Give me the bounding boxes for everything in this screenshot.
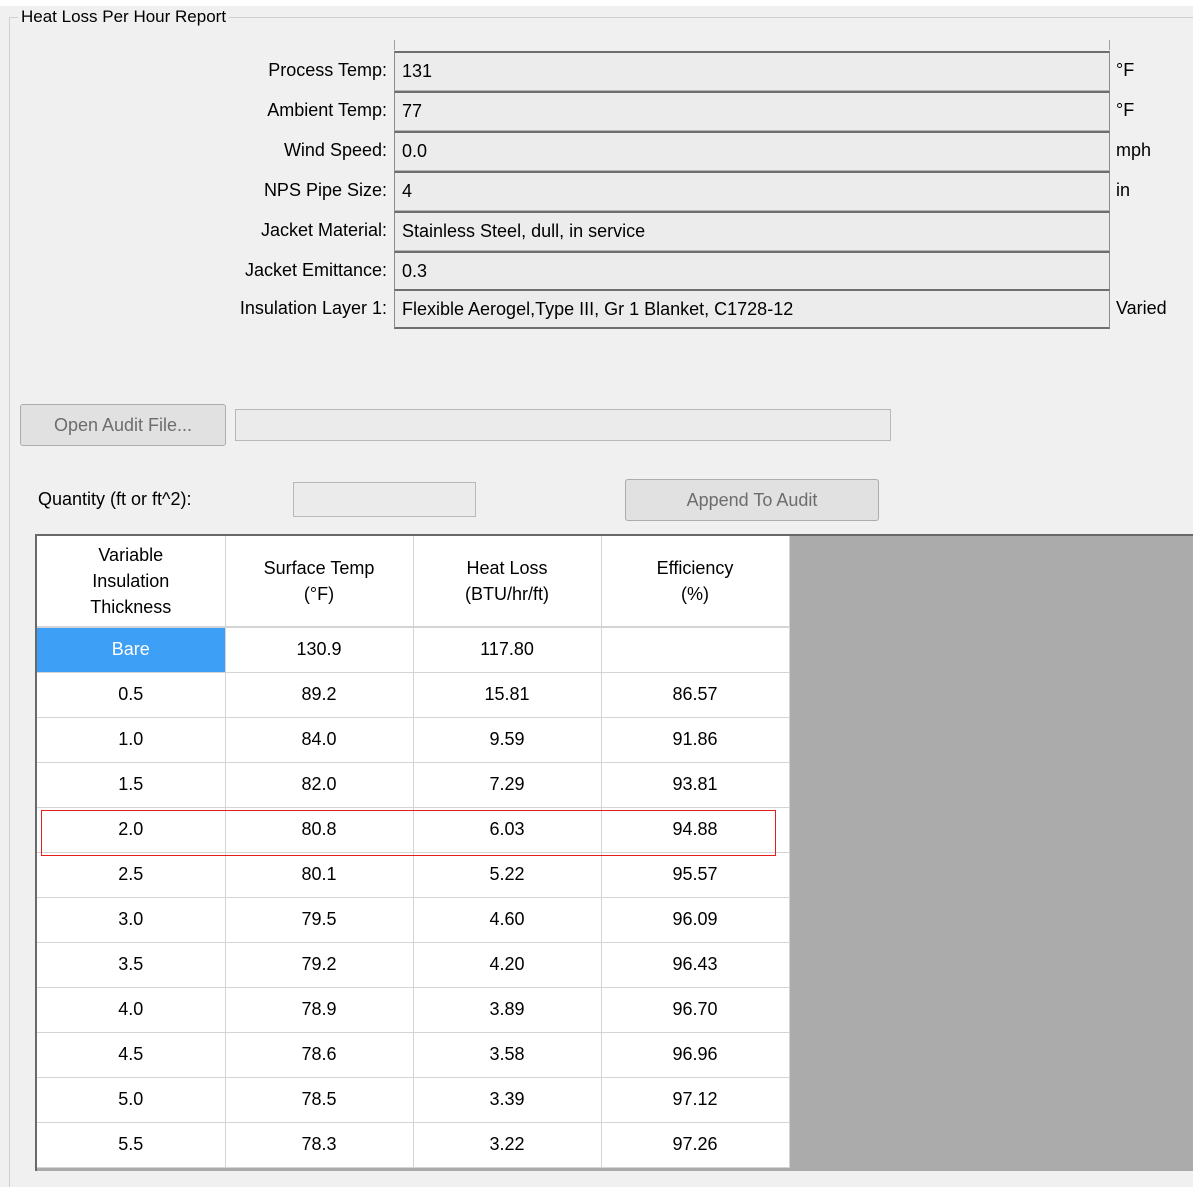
surface-temp-cell[interactable]: 80.1	[225, 852, 414, 898]
table-row[interactable]: 4.0 78.9 3.89 96.70	[37, 987, 790, 1033]
thickness-cell[interactable]: 2.5	[37, 852, 226, 898]
process-temp-label: Process Temp:	[268, 60, 387, 80]
insulation-layer-label: Insulation Layer 1:	[239, 298, 387, 318]
field-row-process-temp: Process Temp: 131 °F	[0, 51, 1193, 91]
column-header-surface-temp[interactable]: Surface Temp (°F)	[225, 536, 414, 628]
field-row-insulation-layer: Insulation Layer 1: Flexible Aerogel,Typ…	[0, 289, 1193, 329]
pipe-size-unit: in	[1116, 180, 1131, 200]
efficiency-cell[interactable]: 97.26	[601, 1122, 790, 1168]
quantity-label: Quantity (ft or ft^2):	[38, 489, 192, 509]
efficiency-cell[interactable]: 96.70	[601, 987, 790, 1033]
surface-temp-cell[interactable]: 82.0	[225, 762, 414, 808]
efficiency-cell[interactable]	[601, 627, 790, 673]
audit-file-path-field	[235, 409, 891, 441]
efficiency-cell[interactable]: 91.86	[601, 717, 790, 763]
heat-loss-cell[interactable]: 7.29	[413, 762, 602, 808]
thickness-cell[interactable]: Bare	[37, 627, 226, 673]
table-row[interactable]: 2.0 80.8 6.03 94.88	[37, 807, 790, 853]
thickness-cell[interactable]: 0.5	[37, 672, 226, 718]
heat-loss-cell[interactable]: 3.22	[413, 1122, 602, 1168]
wind-speed-label: Wind Speed:	[283, 140, 387, 160]
insulation-layer-unit: Varied	[1116, 298, 1167, 318]
table-row[interactable]: 5.5 78.3 3.22 97.26	[37, 1122, 790, 1168]
insulation-layer-value: Flexible Aerogel,Type III, Gr 1 Blanket,…	[394, 289, 1110, 329]
field-row-jacket-material: Jacket Material: Stainless Steel, dull, …	[0, 211, 1193, 251]
report-title: Heat Loss Per Hour Report	[18, 6, 230, 28]
thickness-cell[interactable]: 3.5	[37, 942, 226, 988]
pipe-size-value: 4	[394, 171, 1110, 211]
thickness-cell[interactable]: 5.0	[37, 1077, 226, 1123]
surface-temp-cell[interactable]: 80.8	[225, 807, 414, 853]
efficiency-cell[interactable]: 93.81	[601, 762, 790, 808]
table-row[interactable]: 1.5 82.0 7.29 93.81	[37, 762, 790, 808]
efficiency-cell[interactable]: 96.09	[601, 897, 790, 943]
field-row-jacket-emittance: Jacket Emittance: 0.3	[0, 251, 1193, 291]
append-to-audit-button[interactable]: Append To Audit	[625, 479, 879, 521]
field-row-pipe-size: NPS Pipe Size: 4 in	[0, 171, 1193, 211]
efficiency-cell[interactable]: 95.57	[601, 852, 790, 898]
open-audit-file-button[interactable]: Open Audit File...	[20, 404, 226, 446]
pipe-size-label: NPS Pipe Size:	[263, 180, 387, 200]
surface-temp-cell[interactable]: 130.9	[225, 627, 414, 673]
surface-temp-cell[interactable]: 78.3	[225, 1122, 414, 1168]
surface-temp-cell[interactable]: 79.2	[225, 942, 414, 988]
field-panel-top	[394, 40, 1110, 50]
process-temp-unit: °F	[1116, 60, 1135, 80]
heat-loss-cell[interactable]: 6.03	[413, 807, 602, 853]
thickness-cell[interactable]: 4.0	[37, 987, 226, 1033]
table-row[interactable]: 1.0 84.0 9.59 91.86	[37, 717, 790, 763]
surface-temp-cell[interactable]: 89.2	[225, 672, 414, 718]
jacket-material-value: Stainless Steel, dull, in service	[394, 211, 1110, 251]
wind-speed-unit: mph	[1116, 140, 1152, 160]
quantity-input[interactable]	[293, 482, 476, 517]
surface-temp-cell[interactable]: 78.6	[225, 1032, 414, 1078]
column-header-efficiency[interactable]: Efficiency (%)	[601, 536, 790, 628]
thickness-cell[interactable]: 1.0	[37, 717, 226, 763]
thickness-cell[interactable]: 1.5	[37, 762, 226, 808]
efficiency-cell[interactable]: 96.43	[601, 942, 790, 988]
table-header-row: Variable Insulation Thickness Surface Te…	[37, 536, 790, 628]
thickness-cell[interactable]: 4.5	[37, 1032, 226, 1078]
heat-loss-cell[interactable]: 5.22	[413, 852, 602, 898]
heat-loss-cell[interactable]: 3.58	[413, 1032, 602, 1078]
heat-loss-cell[interactable]: 9.59	[413, 717, 602, 763]
table-row[interactable]: 0.5 89.2 15.81 86.57	[37, 672, 790, 718]
heat-loss-cell[interactable]: 117.80	[413, 627, 602, 673]
results-table: Variable Insulation Thickness Surface Te…	[37, 536, 790, 1168]
column-header-thickness[interactable]: Variable Insulation Thickness	[37, 536, 226, 628]
ambient-temp-value: 77	[394, 91, 1110, 131]
table-row[interactable]: 3.0 79.5 4.60 96.09	[37, 897, 790, 943]
process-temp-value: 131	[394, 51, 1110, 91]
field-row-wind-speed: Wind Speed: 0.0 mph	[0, 131, 1193, 171]
heat-loss-cell[interactable]: 15.81	[413, 672, 602, 718]
efficiency-cell[interactable]: 86.57	[601, 672, 790, 718]
surface-temp-cell[interactable]: 78.5	[225, 1077, 414, 1123]
efficiency-cell[interactable]: 97.12	[601, 1077, 790, 1123]
jacket-emittance-label: Jacket Emittance:	[244, 260, 387, 280]
jacket-material-label: Jacket Material:	[260, 220, 387, 240]
thickness-cell[interactable]: 3.0	[37, 897, 226, 943]
efficiency-cell[interactable]: 96.96	[601, 1032, 790, 1078]
efficiency-cell[interactable]: 94.88	[601, 807, 790, 853]
ambient-temp-unit: °F	[1116, 100, 1135, 120]
ambient-temp-label: Ambient Temp:	[267, 100, 387, 120]
surface-temp-cell[interactable]: 79.5	[225, 897, 414, 943]
column-header-heat-loss[interactable]: Heat Loss (BTU/hr/ft)	[413, 536, 602, 628]
heat-loss-cell[interactable]: 4.60	[413, 897, 602, 943]
wind-speed-value: 0.0	[394, 131, 1110, 171]
field-row-ambient-temp: Ambient Temp: 77 °F	[0, 91, 1193, 131]
jacket-emittance-value: 0.3	[394, 251, 1110, 291]
table-row[interactable]: 5.0 78.5 3.39 97.12	[37, 1077, 790, 1123]
heat-loss-cell[interactable]: 3.89	[413, 987, 602, 1033]
table-row[interactable]: 4.5 78.6 3.58 96.96	[37, 1032, 790, 1078]
surface-temp-cell[interactable]: 84.0	[225, 717, 414, 763]
table-row[interactable]: 3.5 79.2 4.20 96.43	[37, 942, 790, 988]
thickness-cell[interactable]: 5.5	[37, 1122, 226, 1168]
surface-temp-cell[interactable]: 78.9	[225, 987, 414, 1033]
heat-loss-cell[interactable]: 3.39	[413, 1077, 602, 1123]
thickness-cell[interactable]: 2.0	[37, 807, 226, 853]
table-row[interactable]: 2.5 80.1 5.22 95.57	[37, 852, 790, 898]
heat-loss-cell[interactable]: 4.20	[413, 942, 602, 988]
table-row[interactable]: Bare 130.9 117.80	[37, 627, 790, 673]
